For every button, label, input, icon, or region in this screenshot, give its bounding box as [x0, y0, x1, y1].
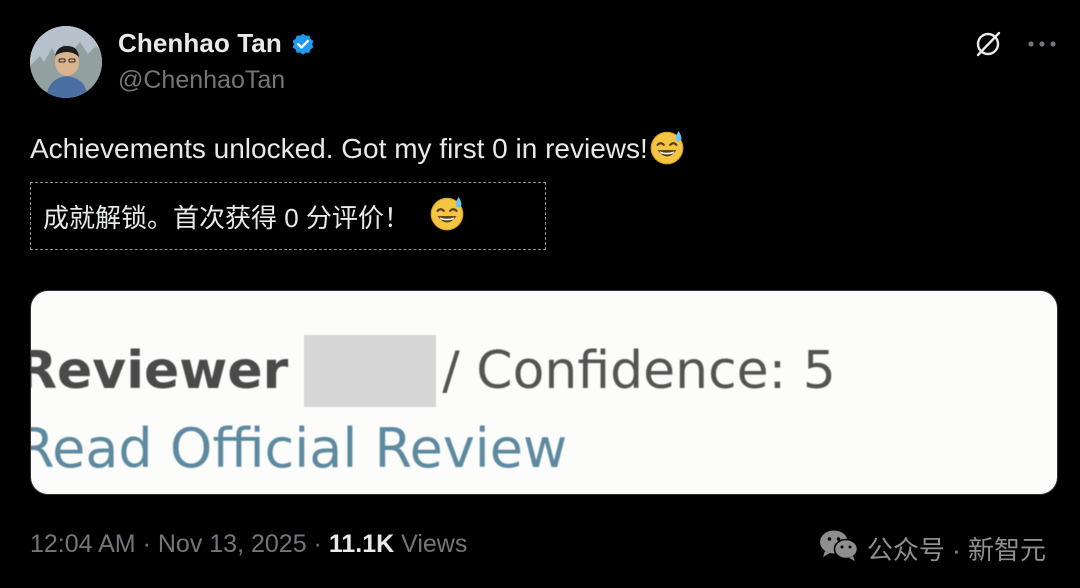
read-official-review-link: Read Official Review — [30, 417, 568, 480]
review-header-line: Reviewer / Confidence: 5 — [30, 335, 836, 407]
redacted-block — [304, 335, 437, 407]
avatar-photo — [30, 26, 102, 98]
reviewer-label: Reviewer — [30, 341, 289, 401]
grok-icon[interactable] — [972, 28, 1004, 60]
author-handle[interactable]: @ChenhaoTan — [118, 66, 285, 95]
more-icon[interactable] — [1026, 28, 1058, 60]
tweet-time[interactable]: 12:04 AM — [30, 530, 136, 558]
translation-text: 成就解锁。首次获得 0 分评价！ — [43, 202, 410, 233]
views-count: 11.1K — [328, 530, 395, 558]
author-display-name[interactable]: Chenhao Tan — [118, 28, 282, 59]
attached-image[interactable]: Reviewer / Confidence: 5 Read Official R… — [30, 290, 1058, 495]
author-name-row[interactable]: Chenhao Tan — [118, 28, 316, 59]
watermark: 公众号 · 新智元 — [819, 528, 1046, 569]
tweet-meta: 12:04 AM · Nov 13, 2025 · 11.1K Views — [30, 530, 467, 559]
meta-separator: · — [142, 530, 151, 558]
views-label: Views — [401, 530, 468, 558]
sweat-smile-emoji — [428, 194, 466, 239]
tweet-date[interactable]: Nov 13, 2025 — [158, 530, 307, 558]
avatar[interactable] — [30, 26, 102, 98]
confidence-text: / Confidence: 5 — [442, 341, 836, 401]
watermark-text: 公众号 · 新智元 — [866, 535, 1046, 565]
tweet-actions — [972, 28, 1058, 60]
tweet-text: Achievements unlocked. Got my first 0 in… — [30, 128, 686, 173]
verified-badge-icon — [290, 31, 316, 57]
translation-box: 成就解锁。首次获得 0 分评价！ — [30, 182, 546, 250]
meta-separator: · — [313, 530, 322, 558]
sweat-smile-emoji — [648, 128, 686, 173]
tweet-text-content: Achievements unlocked. Got my first 0 in… — [30, 132, 648, 164]
wechat-icon — [819, 528, 859, 569]
